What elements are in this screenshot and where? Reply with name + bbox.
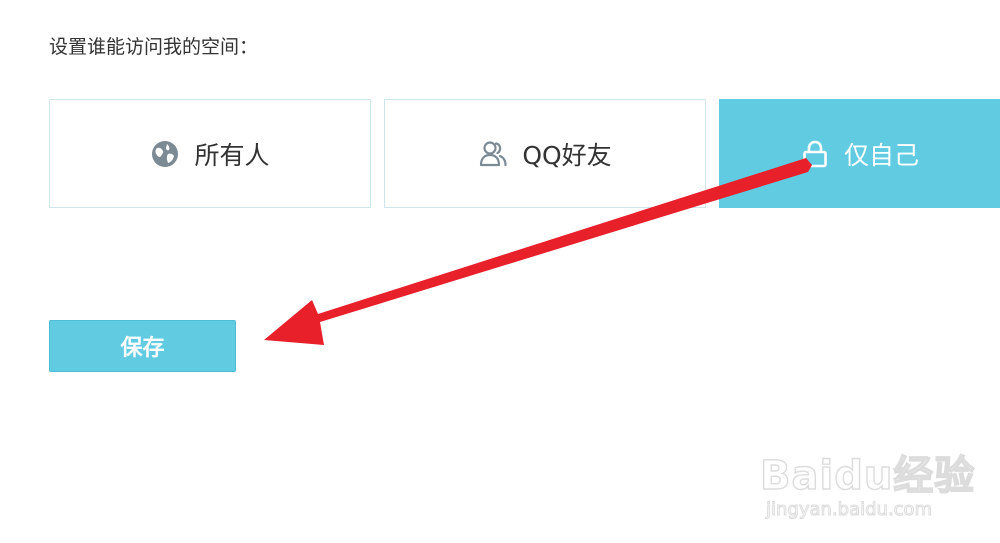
lock-icon (800, 139, 830, 169)
option-qq-friends-label: QQ好友 (522, 140, 612, 170)
option-everyone-label: 所有人 (194, 140, 270, 170)
globe-icon (150, 139, 180, 169)
watermark-brand: Baidu经验 (759, 452, 976, 499)
friends-icon (478, 139, 508, 169)
red-arrow-icon (264, 158, 812, 345)
option-only-me-label: 仅自己 (843, 140, 919, 170)
visibility-options: 所有人 QQ好友 仅自己 (49, 99, 1000, 208)
watermark-url: jingyan.baidu.com (765, 499, 933, 521)
save-button[interactable]: 保存 (49, 320, 236, 372)
option-qq-friends[interactable]: QQ好友 (384, 99, 706, 208)
visibility-prompt: 设置谁能访问我的空间： (49, 36, 259, 58)
option-everyone[interactable]: 所有人 (49, 99, 371, 208)
baidu-watermark: Baidu经验 jingyan.baidu.com (759, 433, 975, 528)
option-only-me[interactable]: 仅自己 (719, 99, 1000, 208)
